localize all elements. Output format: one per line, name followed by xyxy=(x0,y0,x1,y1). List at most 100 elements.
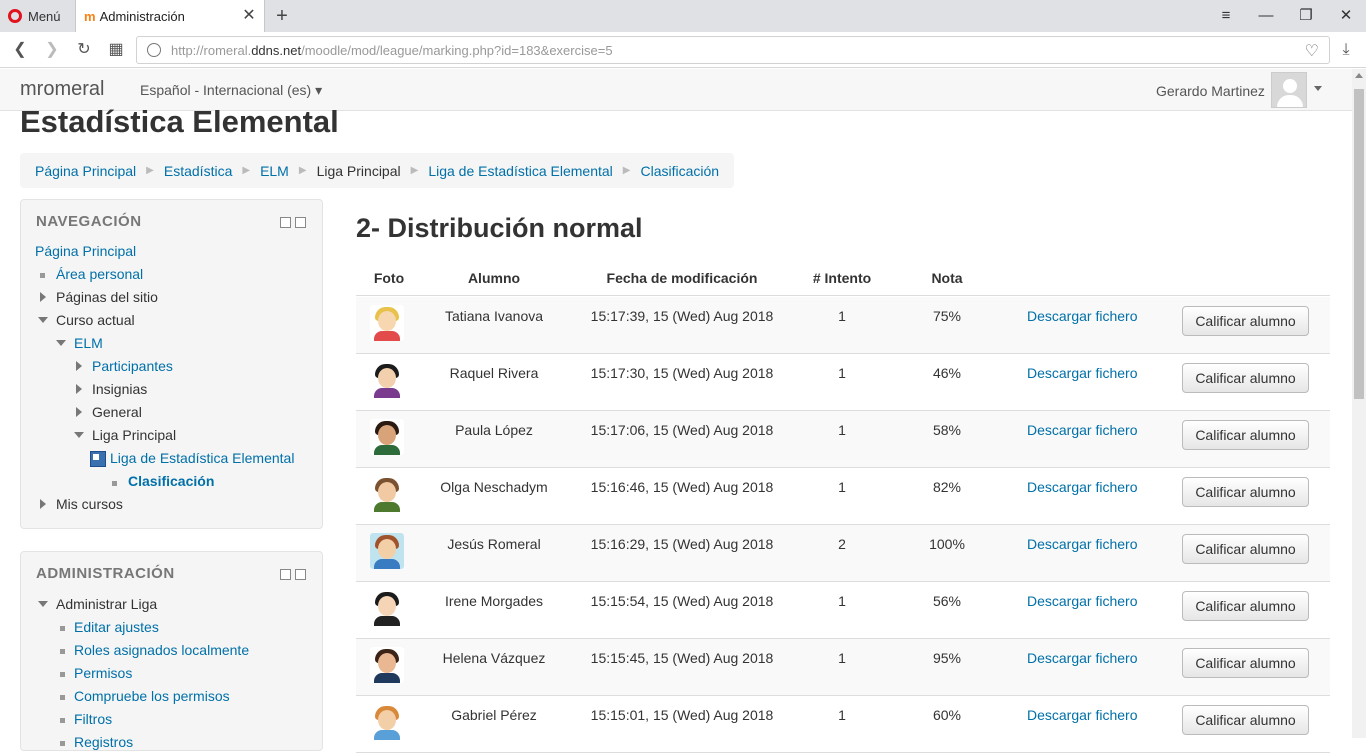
breadcrumb-item[interactable]: ELM xyxy=(260,163,289,179)
admin-item-permissions[interactable]: Permisos xyxy=(74,665,132,681)
grade-student-button[interactable]: Calificar alumno xyxy=(1182,648,1309,678)
dock-block-icon[interactable] xyxy=(295,217,306,228)
nav-item-home[interactable]: Página Principal xyxy=(35,243,136,259)
back-icon[interactable]: ❮ xyxy=(10,40,30,60)
grade-value: 95% xyxy=(932,650,962,666)
modified-date: 15:16:29, 15 (Wed) Aug 2018 xyxy=(590,536,774,552)
expand-icon[interactable] xyxy=(76,407,82,417)
site-name-link[interactable]: mromeral xyxy=(20,78,104,101)
nav-item-site-pages[interactable]: Páginas del sitio xyxy=(56,289,158,305)
grade-student-button[interactable]: Calificar alumno xyxy=(1182,363,1309,393)
grade-student-button[interactable]: Calificar alumno xyxy=(1182,477,1309,507)
forward-icon[interactable]: ❯ xyxy=(42,40,62,60)
download-file-link[interactable]: Descargar fichero xyxy=(1027,707,1138,723)
breadcrumb-separator-icon: ▶ xyxy=(410,165,419,176)
language-menu[interactable]: Español - Internacional (es) ▾ xyxy=(140,82,322,99)
breadcrumb-item[interactable]: Liga de Estadística Elemental xyxy=(428,163,612,179)
grade-student-button[interactable]: Calificar alumno xyxy=(1182,591,1309,621)
grade-student-button[interactable]: Calificar alumno xyxy=(1182,306,1309,336)
breadcrumb-item[interactable]: Clasificación xyxy=(640,163,719,179)
expand-icon[interactable] xyxy=(76,384,82,394)
student-photo xyxy=(370,647,404,683)
expand-icon[interactable] xyxy=(76,361,82,371)
url-input[interactable]: http://romeral. ddns.net/moodle/mod/leagu… xyxy=(136,36,1330,64)
download-file-link[interactable]: Descargar fichero xyxy=(1027,593,1138,609)
league-activity-icon xyxy=(90,451,106,467)
student-name: Gabriel Pérez xyxy=(451,707,537,723)
tab-menu-icon[interactable]: ≡ xyxy=(1214,5,1238,27)
user-name[interactable]: Gerardo Martinez xyxy=(1156,83,1265,99)
column-header-student: Alumno xyxy=(467,270,521,286)
admin-item-local-roles[interactable]: Roles asignados localmente xyxy=(74,642,249,658)
scroll-up-icon[interactable] xyxy=(1355,73,1363,78)
download-file-link[interactable]: Descargar fichero xyxy=(1027,536,1138,552)
dock-block-icon[interactable] xyxy=(295,569,306,580)
download-icon[interactable]: ⤓ xyxy=(1336,40,1356,60)
modified-date: 15:17:06, 15 (Wed) Aug 2018 xyxy=(590,422,774,438)
student-name: Paula López xyxy=(455,422,533,438)
attempt-number: 1 xyxy=(838,365,846,381)
student-name: Helena Vázquez xyxy=(442,650,546,666)
nav-item-ranking[interactable]: Clasificación xyxy=(128,473,214,489)
minimize-icon[interactable]: — xyxy=(1254,5,1278,27)
admin-item-check-permissions[interactable]: Compruebe los permisos xyxy=(74,688,230,704)
grade-student-button[interactable]: Calificar alumno xyxy=(1182,705,1309,735)
new-tab-button[interactable]: + xyxy=(272,6,292,26)
nav-item-dashboard[interactable]: Área personal xyxy=(56,266,143,282)
expand-icon[interactable] xyxy=(40,499,46,509)
scroll-thumb[interactable] xyxy=(1354,89,1364,399)
grade-value: 82% xyxy=(932,479,962,495)
user-avatar[interactable] xyxy=(1271,72,1307,108)
breadcrumb-item: Liga Principal xyxy=(316,162,401,179)
column-header-attempt: # Intento xyxy=(812,270,872,286)
attempt-number: 1 xyxy=(838,308,846,324)
student-photo xyxy=(370,419,404,455)
collapse-icon[interactable] xyxy=(74,432,84,438)
url-prefix: http://romeral. xyxy=(171,42,252,58)
user-menu-caret-icon[interactable] xyxy=(1314,86,1322,91)
breadcrumb-item[interactable]: Página Principal xyxy=(35,163,136,179)
admin-item-logs[interactable]: Registros xyxy=(74,734,133,750)
bookmark-heart-icon[interactable]: ♡ xyxy=(1305,41,1319,61)
nav-item-my-courses[interactable]: Mis cursos xyxy=(56,496,123,512)
admin-item-filters[interactable]: Filtros xyxy=(74,711,112,727)
grade-student-button[interactable]: Calificar alumno xyxy=(1182,420,1309,450)
moodle-favicon-icon: m xyxy=(84,8,96,24)
download-file-link[interactable]: Descargar fichero xyxy=(1027,422,1138,438)
breadcrumb-item[interactable]: Estadística xyxy=(164,163,232,179)
nav-item-participants[interactable]: Participantes xyxy=(92,358,173,374)
nav-item-main-league[interactable]: Liga Principal xyxy=(92,427,176,443)
administration-block: ADMINISTRACIÓN Administrar Liga Editar a… xyxy=(20,551,323,751)
collapse-icon[interactable] xyxy=(38,601,48,607)
collapse-icon[interactable] xyxy=(38,317,48,323)
download-file-link[interactable]: Descargar fichero xyxy=(1027,365,1138,381)
reload-icon[interactable]: ↻ xyxy=(74,40,94,60)
address-bar: ❮ ❯ ↻ ▦ http://romeral. ddns.net/moodle/m… xyxy=(0,32,1366,68)
nav-item-elm[interactable]: ELM xyxy=(74,335,103,351)
page-scrollbar[interactable] xyxy=(1352,69,1366,738)
expand-icon[interactable] xyxy=(40,292,46,302)
bullet-icon xyxy=(60,672,65,677)
opera-menu-button[interactable]: Menú xyxy=(8,7,61,25)
nav-item-general[interactable]: General xyxy=(92,404,142,420)
nav-item-league[interactable]: Liga de Estadística Elemental xyxy=(110,450,294,466)
menu-label: Menú xyxy=(28,8,61,24)
admin-item-edit-settings[interactable]: Editar ajustes xyxy=(74,619,159,635)
download-file-link[interactable]: Descargar fichero xyxy=(1027,308,1138,324)
nav-item-badges[interactable]: Insignias xyxy=(92,381,147,397)
admin-item-manage-league[interactable]: Administrar Liga xyxy=(56,596,157,612)
grade-student-button[interactable]: Calificar alumno xyxy=(1182,534,1309,564)
download-file-link[interactable]: Descargar fichero xyxy=(1027,479,1138,495)
restore-icon[interactable]: ❐ xyxy=(1294,5,1318,27)
speed-dial-icon[interactable]: ▦ xyxy=(106,40,126,60)
collapse-block-icon[interactable] xyxy=(280,217,291,228)
collapse-block-icon[interactable] xyxy=(280,569,291,580)
close-window-icon[interactable]: ✕ xyxy=(1334,5,1358,27)
close-tab-icon[interactable]: ✕ xyxy=(240,7,258,25)
collapse-icon[interactable] xyxy=(56,340,66,346)
browser-tab[interactable]: m Administración ✕ xyxy=(75,0,265,32)
globe-icon xyxy=(147,43,161,57)
download-file-link[interactable]: Descargar fichero xyxy=(1027,650,1138,666)
nav-item-current-course[interactable]: Curso actual xyxy=(56,312,135,328)
student-photo xyxy=(370,305,404,341)
